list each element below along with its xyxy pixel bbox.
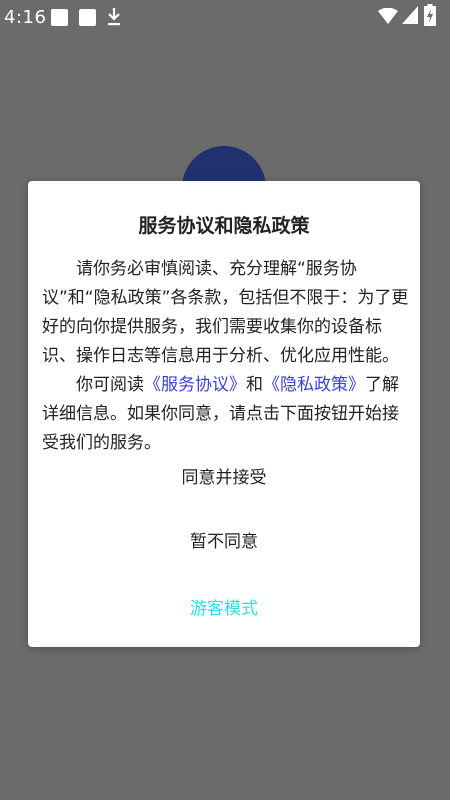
- notification-icon: [51, 9, 68, 26]
- guest-mode-button[interactable]: 游客模式: [28, 594, 420, 619]
- decline-button[interactable]: 暂不同意: [28, 527, 420, 552]
- wifi-icon: [378, 8, 398, 24]
- status-bar: 4:16: [0, 0, 450, 36]
- privacy-dialog: 服务协议和隐私政策 请你务必审慎阅读、充分理解“服务协议”和“隐私政策”各条款，…: [28, 181, 420, 647]
- status-time: 4:16: [4, 7, 47, 28]
- paragraph-2-prefix: 你可阅读: [76, 375, 144, 395]
- privacy-policy-link[interactable]: 《隐私政策》: [263, 375, 365, 395]
- service-agreement-link[interactable]: 《服务协议》: [144, 375, 246, 395]
- dialog-paragraph-1: 请你务必审慎阅读、充分理解“服务协议”和“隐私政策”各条款，包括但不限于：为了更…: [42, 259, 409, 366]
- dialog-title: 服务协议和隐私政策: [138, 215, 310, 237]
- paragraph-2-and: 和: [246, 375, 263, 395]
- dialog-content: 请你务必审慎阅读、充分理解“服务协议”和“隐私政策”各条款，包括但不限于：为了更…: [42, 255, 410, 458]
- cell-signal-icon: [402, 6, 418, 24]
- dialog-paragraph-2: 你可阅读《服务协议》和《隐私政策》了解详细信息。如果你同意，请点击下面按钮开始接…: [42, 371, 410, 458]
- download-icon: [108, 8, 120, 26]
- notification-icon-2: [79, 9, 96, 26]
- battery-charging-icon: [424, 4, 436, 26]
- accept-button[interactable]: 同意并接受: [28, 463, 420, 488]
